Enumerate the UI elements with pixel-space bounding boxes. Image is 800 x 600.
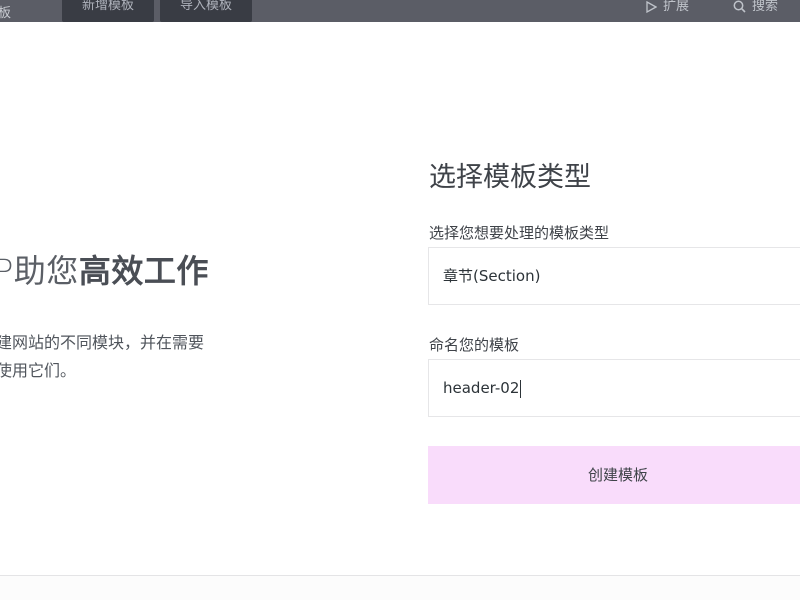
hero-title: P助您高效工作 [0,246,209,292]
add-template-label: 新增模板 [81,0,134,13]
import-template-button[interactable]: 导入模板 [160,0,252,22]
toolbar-title-fragment: 板 [0,6,12,21]
bottom-strip [0,576,800,600]
hero-description: 建网站的不同模块，并在需要 使用它们。 [0,329,204,385]
search-label: 搜索 [752,0,779,14]
template-name-input[interactable]: header-02 [428,359,800,417]
hero-desc-line-2: 使用它们。 [0,361,77,380]
template-type-select[interactable]: 章节(Section) [428,247,800,305]
hero-title-prefix: P助您 [0,252,79,290]
template-name-label: 命名您的模板 [429,336,520,354]
play-triangle-icon [646,0,657,13]
template-type-label: 选择您想要处理的模板类型 [429,224,610,242]
template-type-value: 章节(Section) [443,267,541,285]
extensions-label: 扩展 [663,0,690,14]
import-template-label: 导入模板 [179,0,232,13]
form-title: 选择模板类型 [429,162,591,193]
text-caret [520,379,522,398]
search-button[interactable]: 搜索 [733,0,778,22]
template-name-value: header-02 [443,379,520,397]
search-icon [733,0,746,13]
create-template-button[interactable]: 创建模板 [428,446,800,504]
hero-desc-line-1: 建网站的不同模块，并在需要 [0,333,205,352]
extensions-button[interactable]: 扩展 [646,0,689,22]
top-toolbar: 板 新增模板 导入模板 扩展 搜索 [0,0,800,22]
add-template-button[interactable]: 新增模板 [62,0,154,22]
hero-title-bold: 高效工作 [78,252,209,290]
